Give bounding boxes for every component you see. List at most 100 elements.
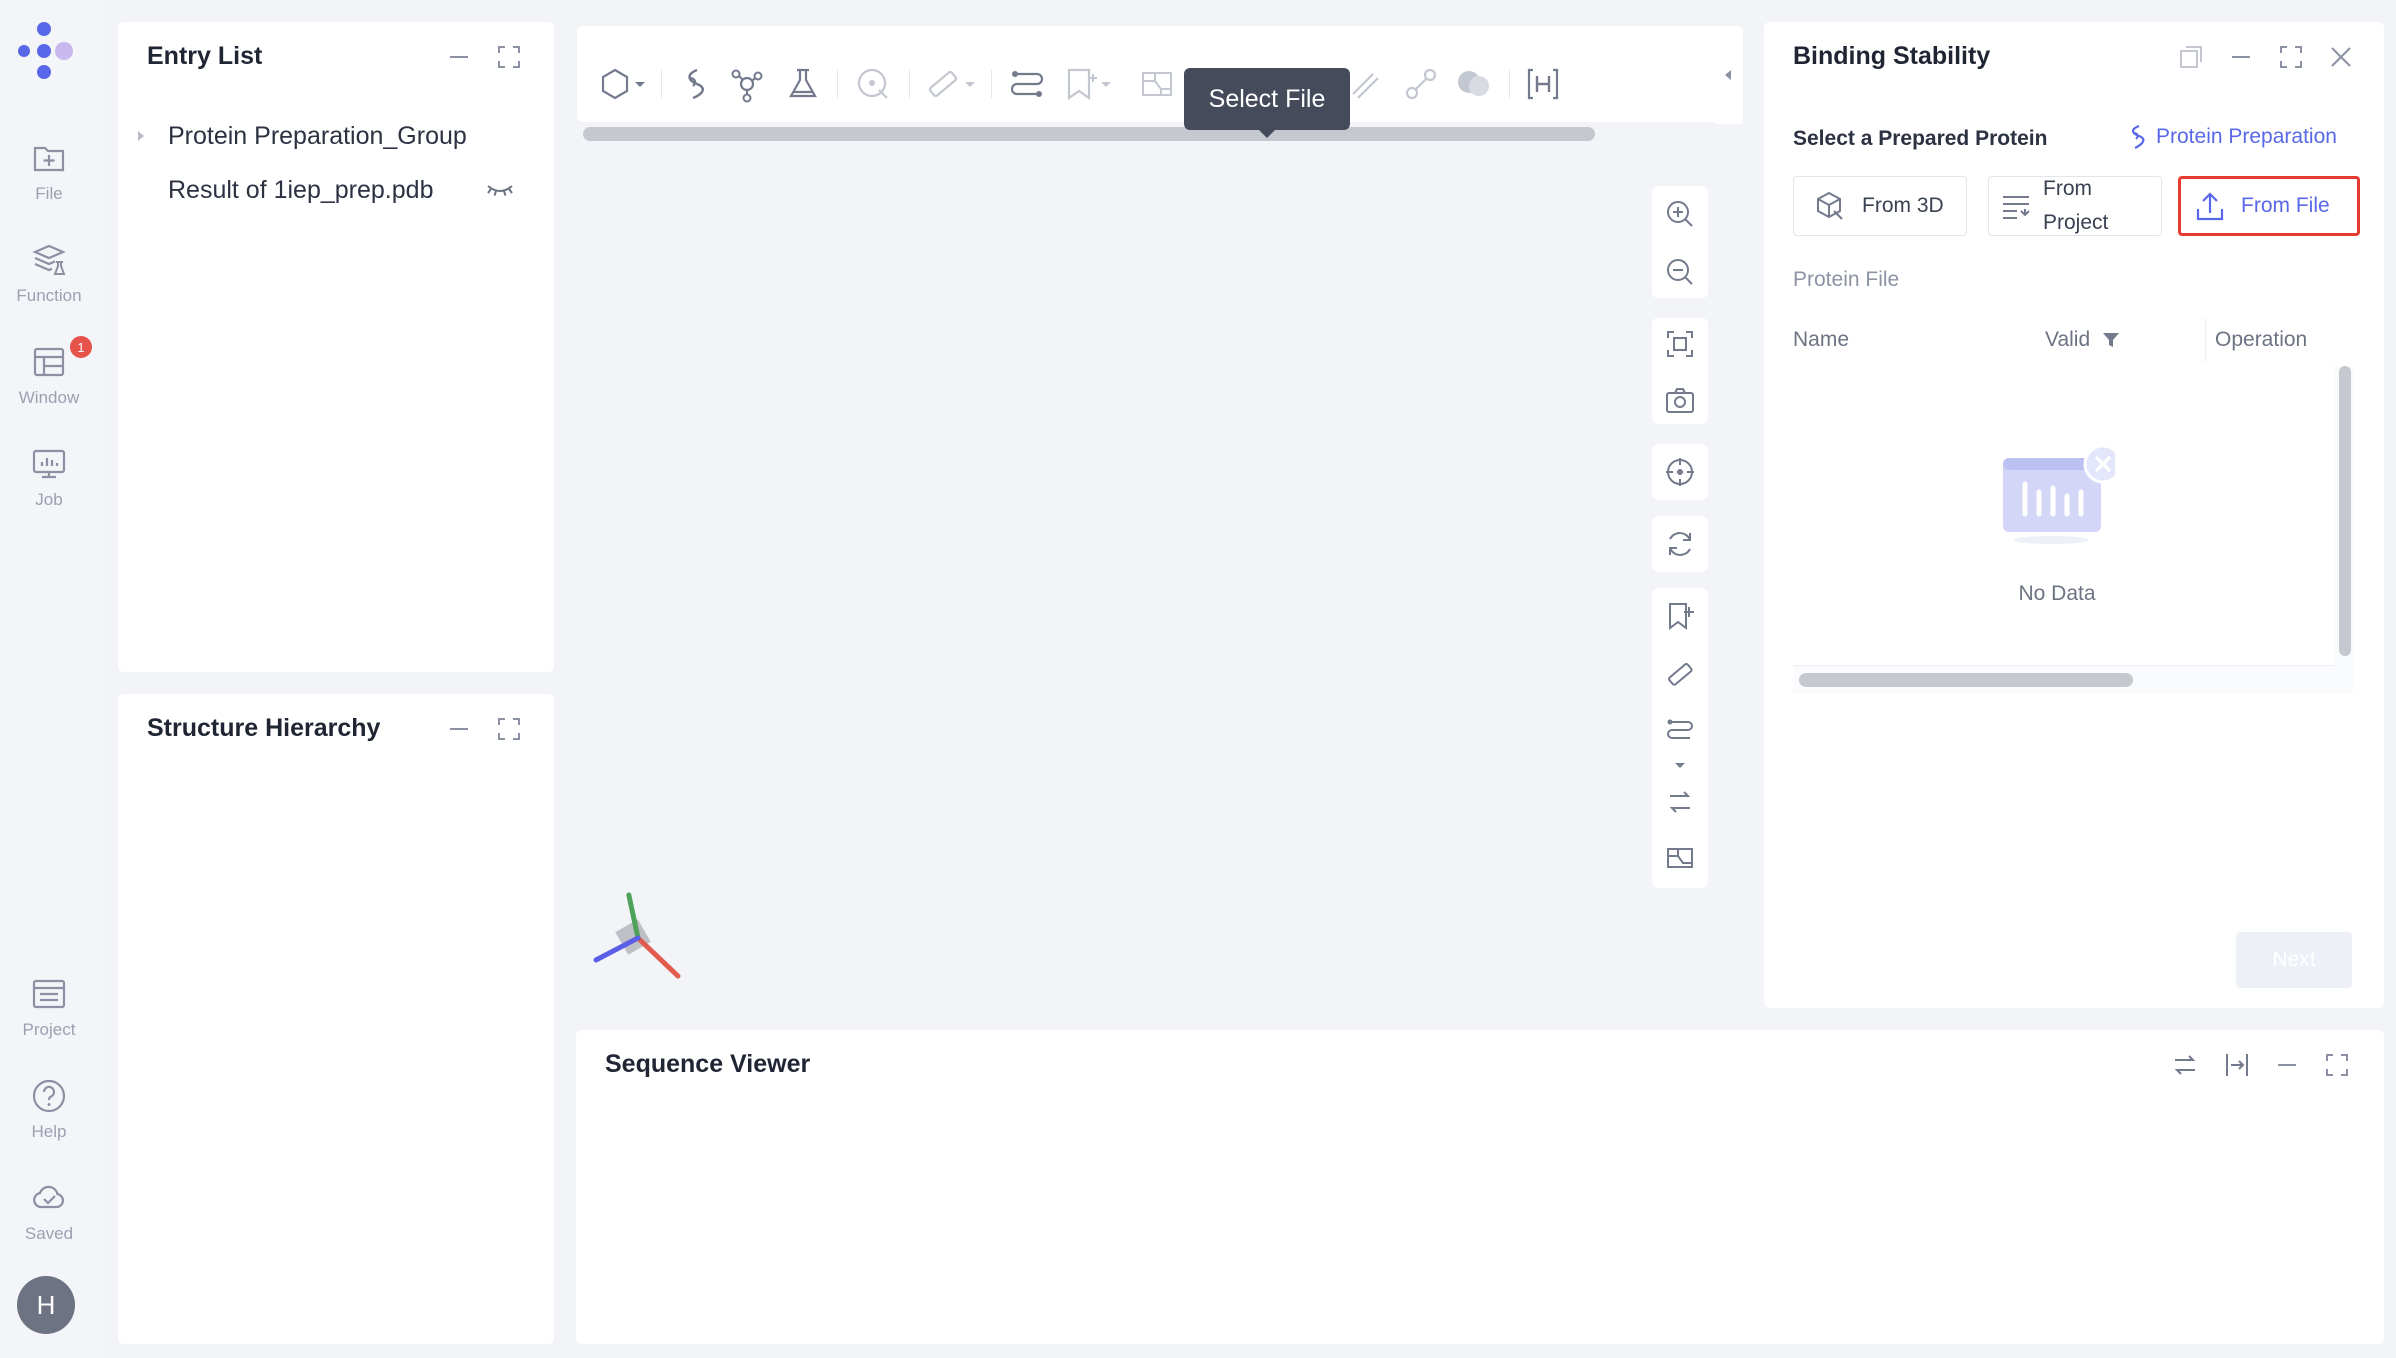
- close-icon: [2331, 47, 2351, 67]
- zoom-tools: [1652, 186, 1708, 298]
- zoom-out-icon[interactable]: [1664, 256, 1696, 288]
- tree-item-entry[interactable]: Result of 1iep_prep.pdb: [118, 166, 554, 214]
- swap-sequence-icon: [2174, 1055, 2196, 1075]
- nav-saved[interactable]: Saved: [0, 1180, 98, 1268]
- from-file-label: From File: [2241, 194, 2330, 217]
- helix-ribbon-icon: [2131, 124, 2145, 149]
- close-button[interactable]: [2326, 42, 2356, 72]
- from-3d-button[interactable]: From 3D: [1793, 176, 1967, 236]
- table-scroll-thumb[interactable]: [2339, 366, 2351, 656]
- dropdown-arrow-icon[interactable]: [631, 64, 651, 104]
- filter-icon[interactable]: [2101, 330, 2121, 350]
- app-logo: [14, 20, 78, 80]
- annotation-tools: [1652, 588, 1708, 888]
- path-nodes-icon[interactable]: [1664, 714, 1696, 746]
- flask-icon[interactable]: [783, 64, 823, 104]
- dropdown-arrow-icon[interactable]: [1664, 758, 1696, 774]
- minimize-icon: [2278, 1064, 2296, 1066]
- table-header: Name Valid Operation: [1793, 314, 2353, 366]
- molecule-viewport[interactable]: [576, 26, 1744, 1008]
- nav-job-label: Job: [35, 490, 63, 509]
- nav-window[interactable]: 1 Window: [0, 336, 98, 432]
- minimize-icon: [450, 728, 468, 730]
- refresh-icon[interactable]: [1664, 528, 1696, 560]
- minimize-icon: [2232, 56, 2250, 58]
- swap-sequence-button[interactable]: [2170, 1050, 2200, 1080]
- double-bond-icon[interactable]: [1345, 64, 1385, 104]
- minimize-button[interactable]: [2226, 42, 2256, 72]
- empty-data-icon: [2003, 444, 2115, 544]
- align-button[interactable]: [2222, 1050, 2252, 1080]
- fit-view-icon[interactable]: [1664, 328, 1696, 360]
- toolbar-scroll-thumb[interactable]: [583, 127, 1595, 141]
- hexagon-select-icon[interactable]: [595, 64, 635, 104]
- viewer-toolbar: [577, 26, 1743, 141]
- from-file-button[interactable]: From File: [2178, 176, 2360, 236]
- ruler-icon[interactable]: [1664, 658, 1696, 690]
- nav-function[interactable]: Function: [0, 242, 98, 330]
- nav-file[interactable]: File: [0, 140, 98, 228]
- caret-right-icon[interactable]: [134, 129, 148, 143]
- nav-function-label: Function: [16, 286, 82, 305]
- user-avatar[interactable]: H: [17, 1276, 75, 1334]
- camera-icon[interactable]: [1664, 384, 1696, 416]
- empty-state-text: No Data: [2018, 582, 2096, 605]
- helix-ribbon-icon[interactable]: [673, 64, 713, 104]
- surface-spheres-icon[interactable]: [1453, 64, 1493, 104]
- surface-map-icon[interactable]: [1137, 64, 1177, 104]
- column-name: Name: [1793, 328, 1850, 351]
- nav-window-label: Window: [18, 388, 80, 407]
- bookmark-add-icon[interactable]: [1061, 64, 1101, 104]
- monitor-icon: [32, 449, 66, 479]
- align-bars-icon: [2226, 1054, 2248, 1076]
- nav-help[interactable]: Help: [0, 1078, 98, 1166]
- maximize-button[interactable]: [494, 42, 524, 72]
- zoom-in-icon[interactable]: [1664, 198, 1696, 230]
- molecule-icon[interactable]: [727, 64, 767, 104]
- structure-hierarchy-panel: Structure Hierarchy: [118, 694, 554, 1344]
- minimize-button[interactable]: [444, 714, 474, 744]
- structure-hierarchy-title: Structure Hierarchy: [147, 714, 381, 742]
- maximize-button[interactable]: [2276, 42, 2306, 72]
- nav-job[interactable]: Job: [0, 446, 98, 534]
- minimize-button[interactable]: [444, 42, 474, 72]
- bookmark-add-icon[interactable]: [1664, 600, 1696, 632]
- navigation-rail: File Function 1 Window Job Project Help …: [0, 0, 98, 1358]
- target-cursor-icon[interactable]: [853, 64, 893, 104]
- minimize-button[interactable]: [2272, 1050, 2302, 1080]
- tree-item-group[interactable]: Protein Preparation_Group: [118, 112, 554, 160]
- surface-map-icon[interactable]: [1664, 842, 1696, 874]
- dropdown-arrow-icon[interactable]: [1097, 64, 1117, 104]
- bond-atoms-icon[interactable]: [1401, 64, 1441, 104]
- nav-file-label: File: [35, 184, 63, 203]
- next-button[interactable]: Next: [2236, 932, 2352, 988]
- maximize-button[interactable]: [2322, 1050, 2352, 1080]
- maximize-icon: [2280, 46, 2302, 68]
- list-document-icon: [32, 979, 66, 1009]
- reset-tool: [1652, 516, 1708, 572]
- protein-preparation-link[interactable]: Protein Preparation: [2124, 124, 2337, 150]
- swap-sequence-icon[interactable]: [1664, 786, 1696, 818]
- from-project-label: From Project: [2043, 177, 2109, 234]
- ruler-icon[interactable]: [923, 64, 963, 104]
- table-hscroll-thumb[interactable]: [1799, 673, 2133, 687]
- nav-project[interactable]: Project: [0, 976, 98, 1064]
- protein-file-table: No Data: [1793, 366, 2353, 694]
- collapse-panel-button[interactable]: [1713, 28, 1743, 124]
- cube-select-icon: [1817, 191, 1843, 220]
- path-nodes-icon[interactable]: [1007, 64, 1047, 104]
- nav-saved-label: Saved: [24, 1224, 74, 1243]
- detach-button[interactable]: [2176, 42, 2206, 72]
- dropdown-arrow-icon[interactable]: [961, 64, 981, 104]
- crosshair-icon[interactable]: [1664, 456, 1696, 488]
- file-add-icon: [33, 146, 65, 172]
- maximize-icon: [2326, 1054, 2348, 1076]
- center-tool: [1652, 444, 1708, 500]
- list-icon: [2003, 196, 2030, 219]
- eye-closed-icon[interactable]: [485, 180, 515, 200]
- hydrogen-toggle-icon[interactable]: [1523, 64, 1563, 104]
- maximize-button[interactable]: [494, 714, 524, 744]
- from-project-button[interactable]: From Project: [1988, 176, 2162, 236]
- window-layout-icon: [33, 347, 65, 377]
- view-tools: [1652, 318, 1708, 424]
